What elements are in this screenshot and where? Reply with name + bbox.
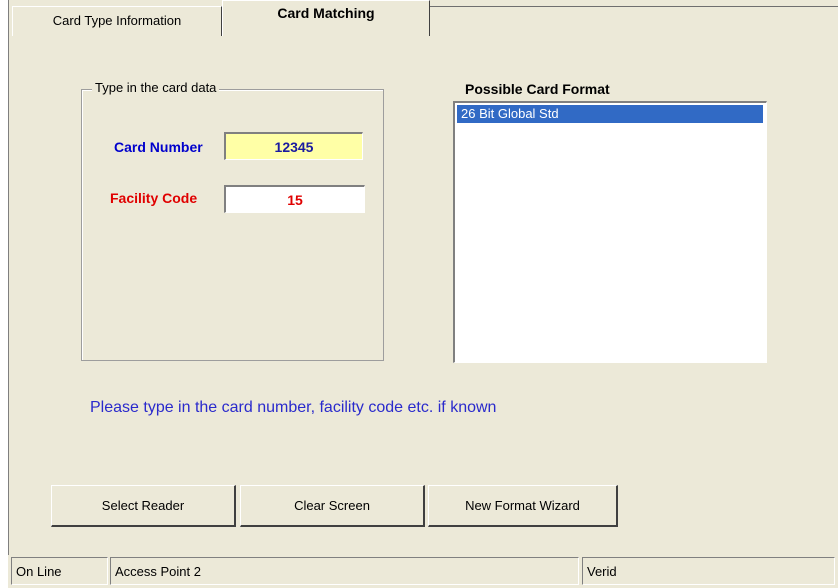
facility-code-input[interactable]: 15	[224, 185, 365, 213]
clear-screen-button[interactable]: Clear Screen	[240, 485, 425, 527]
card-number-label: Card Number	[114, 139, 203, 155]
select-reader-button[interactable]: Select Reader	[51, 485, 236, 527]
status-connection: On Line	[11, 557, 108, 585]
list-item[interactable]: 26 Bit Global Std	[457, 105, 763, 123]
clear-screen-label: Clear Screen	[294, 498, 370, 513]
new-format-wizard-button[interactable]: New Format Wizard	[428, 485, 618, 527]
select-reader-label: Select Reader	[101, 498, 185, 513]
facility-code-label: Facility Code	[110, 190, 198, 206]
card-number-input[interactable]: 12345	[224, 132, 363, 160]
groupbox-legend: Type in the card data	[92, 80, 220, 95]
new-format-wizard-label: New Format Wizard	[465, 498, 580, 513]
possible-card-format-heading: Possible Card Format	[465, 81, 610, 97]
instruction-hint: Please type in the card number, facility…	[90, 399, 497, 416]
tab-strip-border	[430, 6, 838, 7]
tab-card-type-information[interactable]: Card Type Information	[12, 6, 222, 36]
tab-card-matching[interactable]: Card Matching	[222, 0, 430, 36]
status-access-point: Access Point 2	[110, 557, 579, 585]
card-data-groupbox	[81, 89, 384, 361]
status-user: Verid	[582, 557, 835, 585]
tab-strip: Card Type Information Card Matching	[9, 0, 838, 36]
status-bar: On Line Access Point 2 Verid	[8, 555, 838, 588]
card-format-listbox[interactable]: 26 Bit Global Std	[453, 101, 767, 363]
